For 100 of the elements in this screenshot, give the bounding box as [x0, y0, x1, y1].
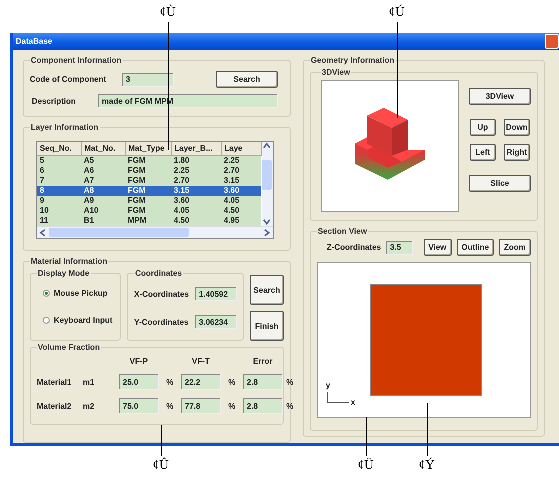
unit-label: %	[165, 378, 175, 386]
table-cell: 4.50	[221, 206, 261, 216]
table-cell: A10	[81, 206, 125, 216]
search-button[interactable]: Search	[216, 71, 278, 88]
table-cell: A6	[81, 166, 125, 176]
slice-button[interactable]: Slice	[469, 175, 531, 192]
field-label: Y-Coordinates	[134, 318, 190, 326]
callout-label: ¢Ý	[419, 457, 435, 473]
table-cell: FGM	[125, 186, 171, 196]
column-header[interactable]: Layer_B...	[171, 142, 221, 156]
window-title: DataBase	[16, 37, 52, 46]
row-label: Material2	[37, 402, 73, 410]
table-row[interactable]: 5 A5 FGM 1.80 2.25	[37, 156, 261, 166]
callout-label: ¢Ú	[389, 4, 405, 20]
input-field[interactable]: 2.8	[243, 374, 283, 390]
table-row[interactable]: 6 A6 FGM 2.25 2.70	[37, 166, 261, 176]
table-cell: 4.50	[171, 216, 221, 226]
unit-label: %	[227, 402, 237, 410]
table-cell: 3.60	[221, 186, 261, 196]
column-label: VF-T	[191, 357, 211, 366]
table-cell: MPM	[125, 216, 171, 226]
unit-label: %	[227, 378, 237, 386]
column-header[interactable]: Laye	[221, 142, 261, 156]
column-header[interactable]: Mat_No.	[81, 142, 125, 156]
table-cell: 2.25	[171, 166, 221, 176]
table-cell: 2.70	[171, 176, 221, 186]
table-cell: 3.15	[171, 186, 221, 196]
input-field[interactable]: 75.0	[119, 398, 159, 414]
column-label: Error	[252, 357, 274, 366]
column-header[interactable]: Mat_Type	[125, 142, 171, 156]
group-title: Layer Information	[30, 123, 100, 132]
table-row[interactable]: 7 A7 FGM 2.70 3.15	[37, 176, 261, 186]
table-cell: FGM	[125, 176, 171, 186]
table-cell: 3.15	[221, 176, 261, 186]
callout-label: ¢Ü	[358, 457, 374, 473]
down-button[interactable]: Down	[504, 119, 530, 136]
column-label: VF-P	[128, 357, 150, 366]
3d-view-button[interactable]: 3DView	[469, 88, 531, 105]
table-cell: 10	[37, 206, 81, 216]
table-cell: 2.70	[221, 166, 261, 176]
row-label: Material1	[37, 378, 73, 386]
table-cell: 2.25	[221, 156, 261, 166]
callout-label: ¢Ù	[160, 4, 176, 20]
table-cell: FGM	[125, 166, 171, 176]
view-button[interactable]: View	[424, 239, 452, 256]
input-field[interactable]: 3.06234	[195, 315, 237, 329]
group-title: Volume Fraction	[37, 343, 102, 352]
table-cell: FGM	[125, 196, 171, 206]
input-field[interactable]: 1.40592	[195, 287, 237, 301]
table-row[interactable]: 11 B1 MPM 4.50 4.95	[37, 216, 261, 226]
search-button[interactable]: Search	[250, 275, 284, 305]
finish-button[interactable]: Finish	[250, 311, 284, 341]
group-title: Component Information	[30, 56, 123, 65]
left-button[interactable]: Left	[470, 144, 496, 161]
table-cell: 5	[37, 156, 81, 166]
table-row[interactable]: 9 A9 FGM 3.60 4.05	[37, 196, 261, 206]
material-name: m2	[83, 402, 96, 410]
table-row[interactable]: 10 A10 FGM 4.05 4.50	[37, 206, 261, 216]
field-label: Code of Component	[30, 75, 108, 84]
input-field[interactable]: 3	[122, 72, 174, 86]
field-label: Z-Coordinates	[327, 243, 382, 252]
material-name: m1	[83, 378, 96, 386]
callout-label: ¢Û	[153, 457, 169, 473]
zoom-button[interactable]: Zoom	[499, 239, 531, 256]
table-cell: 11	[37, 216, 81, 226]
table-cell: 1.80	[171, 156, 221, 166]
input-field[interactable]: 3.5	[386, 240, 413, 254]
radio-label[interactable]: Mouse Pickup	[54, 289, 108, 298]
input-field[interactable]: 22.2	[181, 374, 221, 390]
unit-label: %	[165, 402, 175, 410]
right-button[interactable]: Right	[504, 144, 530, 161]
table-cell: 4.95	[221, 216, 261, 226]
group-title: Material Information	[30, 257, 108, 266]
group-title: Display Mode	[37, 269, 91, 278]
axis-label: y	[326, 381, 330, 390]
unit-label: %	[285, 402, 295, 410]
axis-label: x	[351, 398, 356, 407]
table-cell: A5	[81, 156, 125, 166]
table-row[interactable]: 8 A8 FGM 3.15 3.60	[37, 186, 261, 196]
group-title: Geometry Information	[310, 56, 396, 65]
group-title: Section View	[317, 227, 368, 236]
table-cell: 4.05	[221, 196, 261, 206]
table-cell: 9	[37, 196, 81, 206]
input-field[interactable]: 25.0	[119, 374, 159, 390]
up-button[interactable]: Up	[470, 119, 496, 136]
table-cell: A9	[81, 196, 125, 206]
group-title: 3DView	[321, 68, 352, 77]
field-label: X-Coordinates	[134, 290, 190, 298]
unit-label: %	[285, 378, 295, 386]
input-field[interactable]: 2.8	[243, 398, 283, 414]
group-title: Coordinates	[134, 269, 184, 278]
table-cell: B1	[81, 216, 125, 226]
table-cell: 4.05	[171, 206, 221, 216]
table-cell: 8	[37, 186, 81, 196]
table-cell: 3.60	[171, 196, 221, 206]
radio-label[interactable]: Keyboard Input	[54, 316, 113, 325]
table-cell: 7	[37, 176, 81, 186]
outline-button[interactable]: Outline	[456, 239, 494, 256]
input-field[interactable]: 77.8	[181, 398, 221, 414]
column-header[interactable]: Seq_No.	[37, 142, 81, 156]
